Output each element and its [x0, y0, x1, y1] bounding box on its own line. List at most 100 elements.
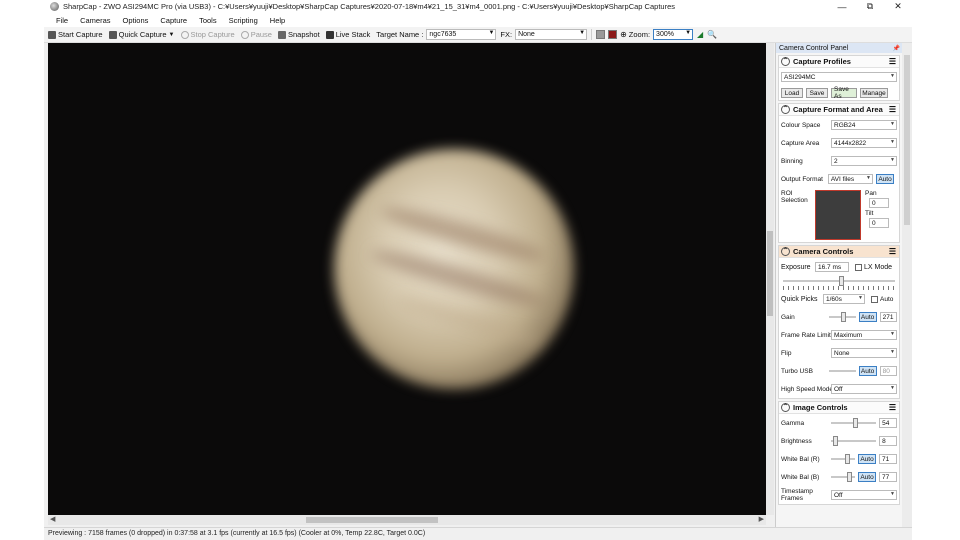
menu-capture[interactable]: Capture: [154, 16, 193, 25]
wb-blue-row: White Bal (B) Auto 77: [779, 468, 899, 486]
crosshair-icon[interactable]: ⊕: [620, 30, 627, 39]
hamburger-menu-icon[interactable]: ☰: [889, 57, 896, 66]
lx-mode-checkbox[interactable]: [855, 263, 862, 271]
gain-input[interactable]: 271: [879, 312, 897, 322]
save-as-button[interactable]: Save As: [831, 86, 857, 100]
gamma-input[interactable]: 54: [879, 418, 897, 428]
minimize-button[interactable]: —: [828, 2, 856, 12]
gain-row: Gain Auto 271: [779, 308, 899, 326]
collapse-icon[interactable]: ⌃: [781, 57, 790, 66]
exposure-row: Exposure 16.7 ms LX Mode: [779, 258, 899, 276]
exposure-input[interactable]: 16.7 ms: [815, 262, 849, 272]
quick-picks-combo[interactable]: 1/60s ▼: [823, 294, 865, 304]
wb-red-input[interactable]: 71: [879, 454, 897, 464]
slider-knob[interactable]: [840, 312, 846, 322]
profile-combo[interactable]: ASI294MC ▼: [781, 72, 897, 82]
turbo-usb-slider[interactable]: [828, 366, 856, 376]
slider-knob[interactable]: [839, 276, 844, 286]
gamma-slider[interactable]: [830, 418, 877, 428]
high-speed-combo[interactable]: Off ▼: [831, 384, 897, 394]
tilt-input[interactable]: 0: [869, 218, 889, 228]
snapshot-button[interactable]: Snapshot: [277, 30, 320, 39]
save-button[interactable]: Save: [806, 88, 828, 98]
frame-rate-combo[interactable]: Maximum ▼: [831, 330, 897, 340]
gain-auto-button[interactable]: Auto: [858, 312, 877, 322]
frame-rate-value: Maximum: [834, 331, 863, 339]
target-name-combo[interactable]: ngc7635 ▼: [426, 29, 497, 40]
timestamp-combo[interactable]: Off ▼: [831, 490, 897, 500]
brightness-input[interactable]: 8: [879, 436, 897, 446]
gain-slider[interactable]: [828, 312, 856, 322]
fx-combo[interactable]: None ▼: [515, 29, 588, 40]
start-capture-button[interactable]: Start Capture: [48, 30, 103, 39]
quick-capture-button[interactable]: Quick Capture ▼: [108, 30, 175, 39]
scroll-left-icon[interactable]: ◀: [50, 515, 55, 523]
collapse-icon[interactable]: ⌃: [781, 247, 790, 256]
hamburger-menu-icon[interactable]: ☰: [889, 105, 896, 114]
brightness-slider[interactable]: [830, 436, 877, 446]
slider-knob[interactable]: [846, 472, 852, 482]
pause-button[interactable]: Pause: [240, 30, 272, 39]
magnifier-icon[interactable]: 🔍: [707, 30, 717, 39]
output-format-row: Output Format AVI files ▼ Auto: [779, 170, 899, 188]
scrollbar-thumb[interactable]: [306, 517, 438, 523]
menu-cameras[interactable]: Cameras: [74, 16, 116, 25]
output-auto-button[interactable]: Auto: [876, 174, 894, 184]
image-viewport[interactable]: [48, 43, 766, 515]
slider-knob[interactable]: [832, 436, 838, 446]
hamburger-menu-icon[interactable]: ☰: [889, 247, 896, 256]
wb-blue-input[interactable]: 77: [879, 472, 897, 482]
image-controls-header[interactable]: ⌃ Image Controls ☰: [779, 402, 899, 414]
colour-space-label: Colour Space: [781, 121, 821, 129]
menu-help[interactable]: Help: [264, 16, 291, 25]
flip-combo[interactable]: None ▼: [831, 348, 897, 358]
pan-input[interactable]: 0: [869, 198, 889, 208]
histogram-icon[interactable]: ◢: [697, 30, 703, 39]
capture-profiles-header[interactable]: ⌃ Capture Profiles ☰: [779, 56, 899, 68]
turbo-usb-input[interactable]: 80: [879, 366, 897, 376]
chevron-down-icon: ▼: [685, 30, 692, 36]
output-format-combo[interactable]: AVI files ▼: [827, 174, 873, 184]
panel-vertical-scrollbar[interactable]: [902, 43, 912, 527]
viewport-horizontal-scrollbar[interactable]: ◀ ▶: [48, 515, 766, 525]
slider-knob[interactable]: [845, 454, 851, 464]
scrollbar-thumb[interactable]: [904, 55, 910, 225]
slider-knob[interactable]: [853, 418, 859, 428]
capture-area-combo[interactable]: 4144x2822 ▼: [831, 138, 897, 148]
capture-format-header[interactable]: ⌃ Capture Format and Area ☰: [779, 104, 899, 116]
turbo-usb-auto-button[interactable]: Auto: [858, 366, 877, 376]
menu-tools[interactable]: Tools: [193, 16, 223, 25]
roi-preview[interactable]: [815, 190, 861, 240]
menu-scripting[interactable]: Scripting: [223, 16, 264, 25]
menu-options[interactable]: Options: [117, 16, 155, 25]
gamma-label: Gamma: [781, 419, 805, 427]
menu-file[interactable]: File: [50, 16, 74, 25]
manage-button[interactable]: Manage: [860, 88, 888, 98]
live-stack-label: Live Stack: [335, 30, 371, 39]
high-speed-row: High Speed Mode Off ▼: [779, 380, 899, 398]
viewport-vertical-scrollbar[interactable]: [766, 43, 774, 515]
scroll-right-icon[interactable]: ▶: [759, 515, 764, 523]
histogram-swatch-icon[interactable]: [596, 30, 606, 39]
wb-blue-slider[interactable]: [831, 472, 855, 482]
maximize-button[interactable]: ⧉: [856, 1, 884, 12]
pin-icon[interactable]: 📌: [893, 45, 900, 52]
collapse-icon[interactable]: ⌃: [781, 403, 790, 412]
stop-capture-button[interactable]: Stop Capture: [180, 30, 235, 39]
load-button[interactable]: Load: [781, 88, 803, 98]
camera-controls-header[interactable]: ⌃ Camera Controls ☰: [779, 246, 899, 258]
wb-red-auto-button[interactable]: Auto: [858, 454, 876, 464]
color-swatch-icon[interactable]: [608, 30, 618, 39]
wb-red-slider[interactable]: [831, 454, 855, 464]
zoom-combo[interactable]: 300% ▼: [653, 29, 694, 40]
colour-space-combo[interactable]: RGB24 ▼: [831, 120, 897, 130]
scrollbar-thumb[interactable]: [767, 231, 773, 316]
live-stack-button[interactable]: Live Stack: [325, 30, 371, 39]
exposure-auto-checkbox[interactable]: [871, 295, 878, 303]
wb-blue-auto-button[interactable]: Auto: [858, 472, 876, 482]
close-button[interactable]: ✕: [884, 1, 912, 12]
collapse-icon[interactable]: ⌃: [781, 105, 790, 114]
binning-combo[interactable]: 2 ▼: [831, 156, 897, 166]
hamburger-menu-icon[interactable]: ☰: [889, 403, 896, 412]
exposure-slider[interactable]: [783, 276, 895, 286]
